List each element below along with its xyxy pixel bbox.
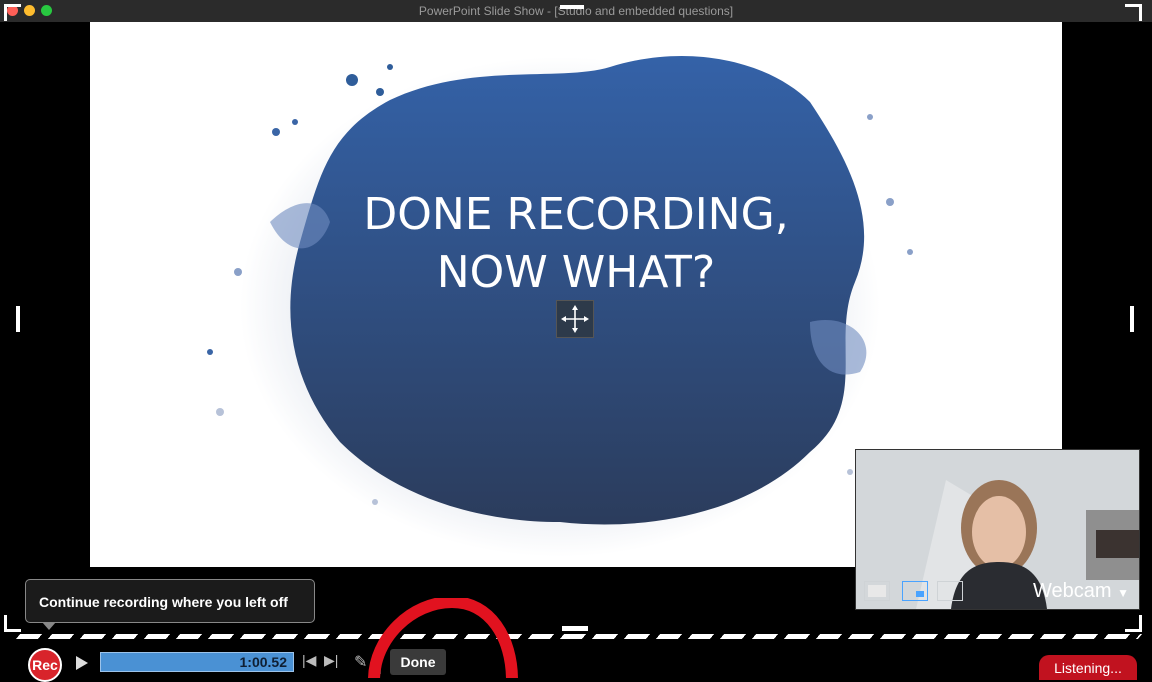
recording-area-corner-handle[interactable] (1125, 615, 1142, 632)
side-by-side-view-button[interactable] (937, 581, 963, 601)
webcam-controls: Webcam ▼ (856, 575, 1139, 609)
skip-to-start-icon[interactable]: |◀ (302, 652, 316, 669)
slide-title-line-2: NOW WHAT? (436, 247, 716, 298)
red-circle-annotation (368, 598, 518, 678)
recording-area-edge-handle[interactable] (560, 5, 584, 9)
webcam-label: Webcam (1033, 580, 1112, 602)
skip-to-end-icon[interactable]: ▶| (324, 652, 338, 669)
tooltip: Continue recording where you left off (25, 579, 315, 630)
elapsed-time: 1:00.52 (239, 654, 287, 670)
recording-area-edge-handle[interactable] (562, 626, 588, 631)
recording-area-edge-handle[interactable] (1130, 306, 1134, 332)
recording-area-corner-handle[interactable] (4, 615, 21, 632)
slide-title-line-1: DONE RECORDING, (363, 189, 789, 240)
window-titlebar: PowerPoint Slide Show - [Studio and embe… (0, 0, 1152, 22)
listening-status-badge: Listening... (1039, 655, 1137, 680)
recorder-toolbar: Rec 1:00.52 |◀ ▶| ✎ Done (18, 644, 1140, 682)
chevron-down-icon: ▼ (1117, 586, 1129, 600)
webcam-preview[interactable]: Webcam ▼ (855, 449, 1140, 610)
fullscreen-view-button[interactable] (864, 581, 890, 601)
recording-area-corner-handle[interactable] (1125, 4, 1142, 21)
record-button[interactable]: Rec (28, 648, 62, 682)
play-icon[interactable] (76, 656, 88, 670)
recording-area-edge-handle[interactable] (16, 306, 20, 332)
recording-area-boundary (15, 634, 1143, 639)
timeline-bar[interactable]: 1:00.52 (100, 652, 294, 672)
move-icon[interactable] (556, 300, 594, 338)
recording-area-corner-handle[interactable] (4, 4, 21, 21)
tooltip-text: Continue recording where you left off (39, 594, 288, 610)
picture-in-picture-view-button[interactable] (902, 581, 928, 601)
webcam-dropdown[interactable]: Webcam ▼ (1033, 580, 1129, 603)
